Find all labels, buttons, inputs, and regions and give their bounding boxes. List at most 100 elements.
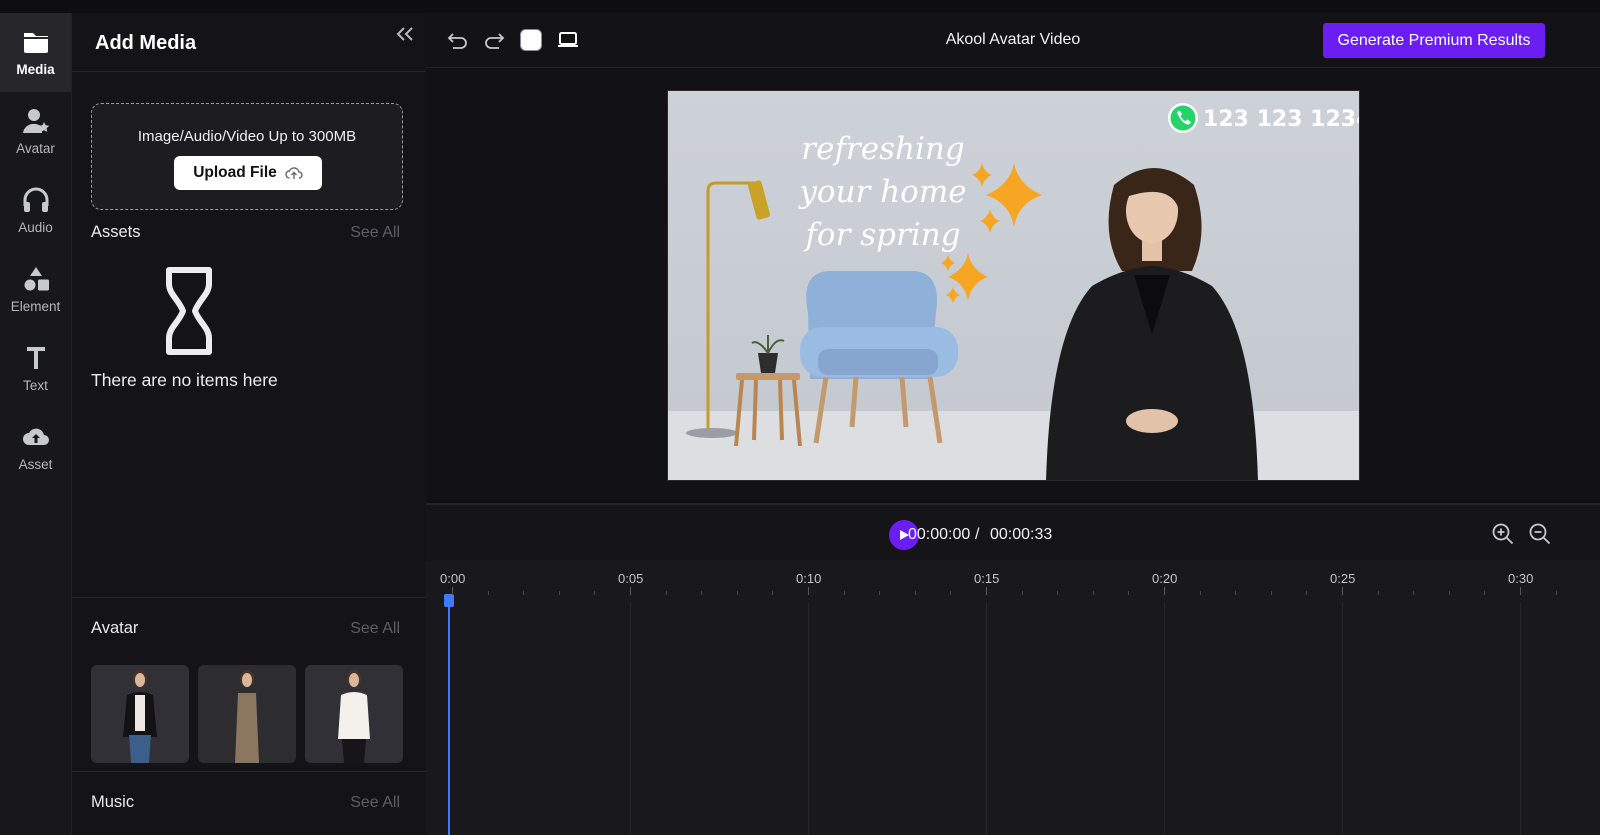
timeline-minor-tick [701, 591, 703, 595]
playback-bar: 00:00:00 / 00:00:33 [426, 503, 1600, 561]
avatar-thumbnail[interactable] [91, 665, 189, 763]
timeline-gridline [808, 603, 809, 835]
upload-file-label: Upload File [193, 164, 277, 181]
timeline-tick-label: 0:05 [618, 571, 644, 586]
timeline-tick-label: 0:15 [974, 571, 1000, 586]
music-see-all-link[interactable]: See All [350, 794, 400, 812]
upload-dropzone[interactable]: Image/Audio/Video Up to 300MB Upload Fil… [91, 103, 403, 210]
timeline-minor-tick [1413, 591, 1415, 595]
divider [72, 771, 427, 772]
rail-item-text[interactable]: Text [0, 329, 71, 408]
avatar-figure [305, 665, 403, 763]
total-duration: 00:00:33 [990, 526, 1053, 543]
assets-see-all-link[interactable]: See All [350, 224, 400, 242]
rail-item-element[interactable]: Element [0, 250, 71, 329]
editor-app: Media Avatar Audio Element Text Asset Ad… [0, 0, 1600, 835]
timeline-minor-tick [879, 591, 881, 595]
divider [72, 597, 427, 598]
avatar-thumbnails [91, 665, 403, 763]
current-time: 00:00:00 [908, 526, 971, 543]
timeline-minor-tick [487, 591, 489, 595]
avatar-figure [198, 665, 296, 763]
collapse-panel-icon[interactable] [394, 25, 416, 43]
timeline-gridline [1520, 603, 1521, 835]
timeline[interactable]: 0:00 0:05 0:10 0:15 0:20 0:25 0:30 [426, 561, 1600, 835]
timeline-minor-tick [1235, 591, 1237, 595]
rail-label: Media [16, 62, 55, 77]
overlay-line-1: refreshing [801, 131, 964, 167]
timeline-tick-label: 0:25 [1330, 571, 1356, 586]
aspect-ratio-icon[interactable] [556, 29, 580, 51]
timeline-minor-tick [843, 591, 845, 595]
timeline-major-tick [808, 587, 809, 595]
timeline-minor-tick [1306, 591, 1308, 595]
timeline-minor-tick [523, 591, 525, 595]
editor-topbar: Akool Avatar Video Generate Premium Resu… [426, 13, 1600, 68]
timeline-minor-tick [1270, 591, 1272, 595]
assets-empty-text: There are no items here [91, 370, 278, 390]
assets-section-title: Assets [91, 223, 141, 241]
rail-item-audio[interactable]: Audio [0, 171, 71, 250]
rail-item-media[interactable]: Media [0, 13, 71, 92]
timeline-minor-tick [1484, 591, 1486, 595]
preview-stage: refreshing your home for spring 123 123 … [426, 68, 1600, 501]
avatar-section-title: Avatar [91, 619, 139, 637]
timeline-minor-tick [1092, 591, 1094, 595]
time-separator: / [975, 526, 980, 543]
panel-title: Add Media [95, 32, 197, 54]
avatar-figure [91, 665, 189, 763]
timeline-tick-label: 0:30 [1508, 571, 1534, 586]
hourglass-icon [166, 267, 212, 355]
avatar-see-all-link[interactable]: See All [350, 620, 400, 638]
redo-icon[interactable] [482, 29, 506, 51]
timeline-minor-tick [1128, 591, 1130, 595]
timeline-minor-tick [772, 591, 774, 595]
timeline-minor-tick [1057, 591, 1059, 595]
left-nav-rail: Media Avatar Audio Element Text Asset [0, 13, 71, 835]
timeline-tick-label: 0:00 [440, 571, 466, 586]
add-media-panel: Add Media Image/Audio/Video Up to 300MB … [71, 13, 427, 835]
panel-header: Add Media [72, 13, 426, 72]
timeline-major-tick [452, 587, 453, 595]
playhead-handle[interactable] [444, 594, 454, 607]
timeline-gridline [630, 603, 631, 835]
rail-label: Audio [18, 220, 53, 235]
timeline-minor-tick [1021, 591, 1023, 595]
upload-hint: Image/Audio/Video Up to 300MB [137, 128, 357, 145]
undo-icon[interactable] [446, 29, 470, 51]
rail-label: Avatar [16, 141, 55, 156]
timeline-minor-tick [594, 591, 596, 595]
scene-illustration: refreshing your home for spring 123 123 … [668, 91, 1360, 480]
rail-item-asset[interactable]: Asset [0, 408, 71, 487]
timeline-minor-tick [736, 591, 738, 595]
timeline-gridline [1164, 603, 1165, 835]
timeline-minor-tick [914, 591, 916, 595]
rail-label: Asset [18, 457, 53, 472]
cloud-upload-icon [285, 167, 303, 179]
avatar-thumbnail[interactable] [305, 665, 403, 763]
timeline-minor-tick [1448, 591, 1450, 595]
timeline-minor-tick [950, 591, 952, 595]
timeline-minor-tick [1199, 591, 1201, 595]
timeline-gridline [1342, 603, 1343, 835]
avatar-icon [22, 109, 49, 133]
generate-premium-results-button[interactable]: Generate Premium Results [1323, 23, 1545, 58]
timeline-major-tick [630, 587, 631, 595]
zoom-in-icon[interactable] [1491, 522, 1515, 546]
playhead[interactable] [448, 597, 450, 835]
background-color-swatch[interactable] [519, 29, 543, 51]
avatar-thumbnail[interactable] [198, 665, 296, 763]
music-section-title: Music [91, 793, 135, 811]
cloud-upload-icon [22, 428, 49, 445]
overlay-line-3: for spring [803, 217, 960, 253]
timeline-gridline [986, 603, 987, 835]
timeline-tick-label: 0:20 [1152, 571, 1178, 586]
upload-file-button[interactable]: Upload File [174, 156, 322, 190]
phone-number-overlay: 123 123 1234 [1203, 107, 1360, 132]
text-t-icon [26, 347, 45, 369]
timeline-tick-label: 0:10 [796, 571, 822, 586]
rail-label: Text [23, 378, 48, 393]
zoom-out-icon[interactable] [1528, 522, 1552, 546]
video-canvas[interactable]: refreshing your home for spring 123 123 … [667, 90, 1360, 481]
rail-item-avatar[interactable]: Avatar [0, 92, 71, 171]
